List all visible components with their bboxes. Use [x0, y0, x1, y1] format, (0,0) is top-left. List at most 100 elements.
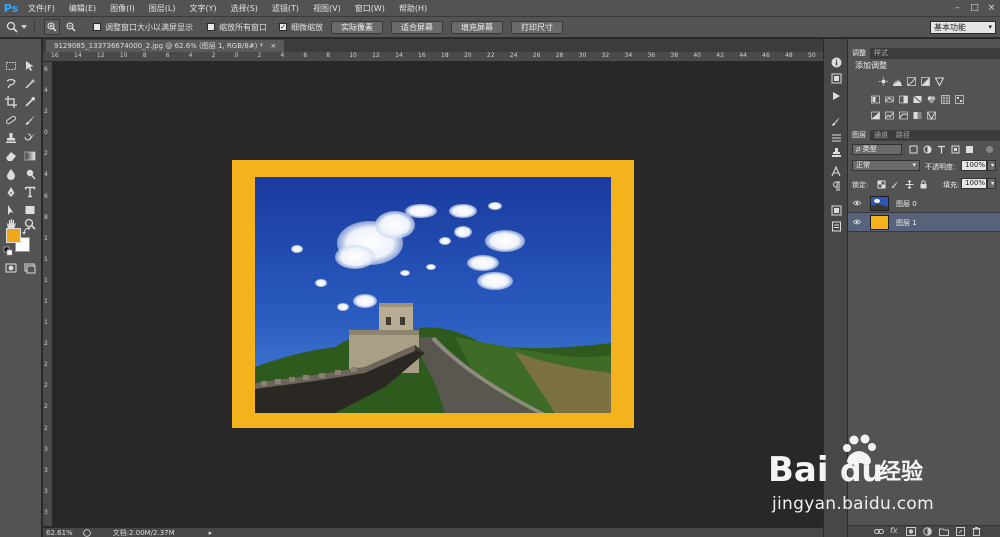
workspace-select[interactable]: 基本功能 ▾ — [930, 21, 996, 34]
tab-styles[interactable]: 样式 — [870, 48, 892, 59]
filter-smart-object-icon[interactable] — [964, 145, 975, 154]
eye-icon[interactable] — [853, 218, 861, 226]
checkmark-icon[interactable]: ✓ — [279, 23, 287, 31]
marquee-tool-icon[interactable] — [3, 59, 19, 73]
chevron-down-icon[interactable] — [20, 19, 28, 35]
tab-paths[interactable]: 路径 — [892, 130, 914, 141]
vibrance-icon[interactable] — [870, 95, 881, 104]
pen-tool-icon[interactable] — [3, 185, 19, 199]
photo-filter-icon[interactable] — [926, 95, 937, 104]
magic-wand-tool-icon[interactable] — [22, 77, 38, 91]
selective-color-icon[interactable] — [926, 111, 937, 120]
menu-window[interactable]: 窗口(W) — [348, 3, 392, 14]
menu-file[interactable]: 文件(F) — [21, 3, 62, 14]
lock-all-icon[interactable] — [918, 180, 929, 189]
adjustment-layer-icon[interactable] — [923, 527, 932, 537]
posterize-icon[interactable] — [884, 111, 895, 120]
gradient-map-icon[interactable] — [912, 111, 923, 120]
minimize-button[interactable]: – — [949, 0, 966, 17]
canvas-area[interactable] — [54, 62, 823, 526]
fill-dropdown-button[interactable]: ▾ — [987, 178, 996, 189]
exposure-icon[interactable] — [920, 77, 931, 86]
swap-colors-icon[interactable] — [22, 226, 32, 236]
foreground-color-swatch[interactable] — [6, 228, 21, 243]
layer-name[interactable]: 图层 0 — [896, 199, 917, 209]
scrubby-zoom-checkbox[interactable]: ✓ 细微缩放 — [279, 22, 323, 33]
status-menu-arrow[interactable]: ▸ — [209, 529, 213, 537]
play-actions-icon[interactable] — [829, 90, 843, 102]
close-button[interactable]: × — [983, 0, 1000, 17]
channel-mixer-icon[interactable] — [940, 95, 951, 104]
filter-adjustment-icon[interactable] — [922, 145, 933, 154]
brush-presets-icon[interactable] — [829, 115, 843, 127]
brightness-icon[interactable] — [878, 77, 889, 86]
tab-layers[interactable]: 图层 — [848, 130, 870, 141]
type-tool-icon[interactable] — [22, 185, 38, 199]
tab-adjustments[interactable]: 调整 — [848, 48, 870, 59]
navigator-icon[interactable] — [829, 72, 843, 84]
maximize-button[interactable]: □ — [966, 0, 983, 17]
fit-screen-button[interactable]: 适合屏幕 — [391, 20, 443, 34]
layer-comps-icon[interactable] — [829, 204, 843, 216]
menu-image[interactable]: 图像(I) — [103, 3, 142, 14]
layer-row-selected[interactable]: 图层 1 — [848, 213, 1000, 232]
hue-saturation-icon[interactable] — [884, 95, 895, 104]
clone-source-icon[interactable] — [829, 146, 843, 158]
threshold-icon[interactable] — [898, 111, 909, 120]
zoom-level[interactable]: 62.61% — [46, 529, 73, 537]
brush-tool-icon[interactable] — [22, 113, 38, 127]
fx-icon[interactable]: fx — [890, 526, 898, 535]
color-balance-icon[interactable] — [898, 95, 909, 104]
path-selection-tool-icon[interactable] — [3, 203, 19, 217]
link-layers-icon[interactable] — [874, 527, 884, 537]
resize-windows-checkbox[interactable]: 调整窗口大小以满屏显示 — [93, 22, 193, 33]
layer-name[interactable]: 图层 1 — [896, 218, 917, 228]
gradient-tool-icon[interactable] — [22, 149, 38, 163]
menu-edit[interactable]: 编辑(E) — [62, 3, 103, 14]
lasso-tool-icon[interactable] — [3, 77, 19, 91]
dodge-tool-icon[interactable] — [22, 167, 38, 181]
crop-tool-icon[interactable] — [3, 95, 19, 109]
info-icon[interactable] — [829, 56, 843, 68]
new-layer-icon[interactable] — [956, 527, 965, 537]
triangle-icon[interactable] — [934, 77, 945, 86]
close-icon[interactable]: × — [270, 42, 276, 50]
filter-pixel-icon[interactable] — [908, 145, 919, 154]
tool-presets-icon[interactable] — [829, 131, 843, 143]
lock-position-icon[interactable] — [904, 180, 915, 189]
blend-mode-select[interactable]: 正常 ▾ — [852, 160, 920, 171]
fill-input[interactable]: 100% — [961, 178, 987, 189]
filter-type-icon[interactable] — [936, 145, 947, 154]
great-wall-photo[interactable] — [255, 177, 611, 413]
zoom-tool-icon[interactable] — [4, 19, 20, 35]
healing-brush-tool-icon[interactable] — [3, 113, 19, 127]
black-white-icon[interactable] — [912, 95, 923, 104]
opacity-dropdown-button[interactable]: ▾ — [987, 160, 996, 171]
eraser-tool-icon[interactable] — [3, 149, 19, 163]
character-panel-icon[interactable] — [829, 165, 843, 177]
checkbox-box[interactable] — [93, 23, 101, 31]
eye-icon[interactable] — [853, 199, 861, 207]
menu-select[interactable]: 选择(S) — [224, 3, 265, 14]
color-lookup-icon[interactable] — [954, 95, 965, 104]
invert-icon[interactable] — [870, 111, 881, 120]
new-group-icon[interactable] — [939, 527, 949, 537]
clone-stamp-tool-icon[interactable] — [3, 131, 19, 145]
zoom-all-windows-checkbox[interactable]: 缩放所有窗口 — [207, 22, 267, 33]
actual-pixels-button[interactable]: 实际像素 — [331, 20, 383, 34]
vertical-ruler[interactable]: 6 4 2 0 2 4 6 8 1 1 1 1 1 2 2 2 2 2 3 3 3 3 — [43, 62, 53, 526]
trash-icon[interactable] — [972, 527, 981, 537]
screen-mode-icon[interactable] — [22, 261, 38, 275]
quick-mask-icon[interactable] — [3, 261, 19, 275]
filter-toggle-icon[interactable] — [984, 145, 995, 154]
move-tool-icon[interactable] — [22, 59, 38, 73]
add-mask-icon[interactable] — [906, 527, 916, 537]
lock-pixels-icon[interactable] — [890, 180, 901, 189]
menu-view[interactable]: 视图(V) — [306, 3, 348, 14]
history-brush-tool-icon[interactable] — [22, 131, 38, 145]
image-frame-layer[interactable] — [232, 160, 634, 428]
filter-shape-icon[interactable] — [950, 145, 961, 154]
eyedropper-tool-icon[interactable] — [22, 95, 38, 109]
zoom-out-button[interactable] — [63, 19, 79, 35]
menu-layer[interactable]: 图层(L) — [142, 3, 183, 14]
